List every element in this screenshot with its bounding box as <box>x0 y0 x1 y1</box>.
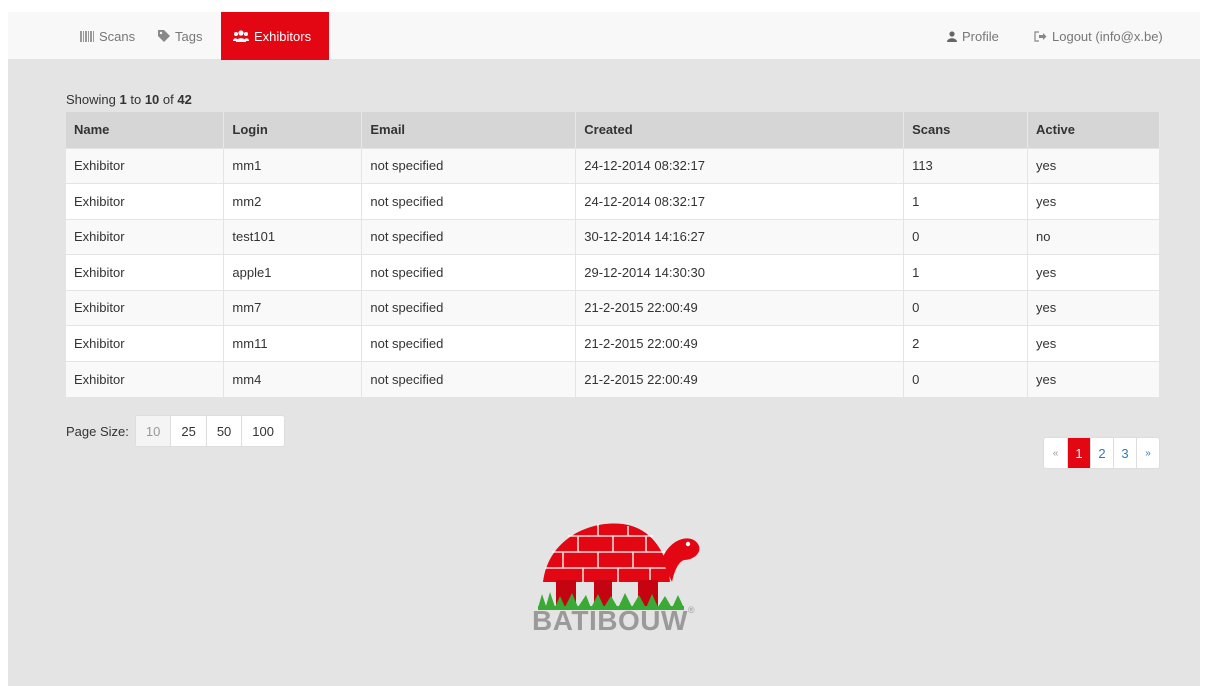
cell-created: 24-12-2014 08:32:17 <box>575 147 905 184</box>
pagination-page-1[interactable]: 1 <box>1067 438 1090 468</box>
nav-tags-label: Tags <box>175 28 203 44</box>
pagination-next[interactable]: » <box>1136 438 1159 468</box>
page-size-options: 10 25 50 100 <box>134 415 285 447</box>
showing-summary: Showing 1 to 10 of 42 <box>66 92 192 107</box>
cell-scans: 0 <box>903 360 1028 397</box>
cell-email: not specified <box>361 254 577 290</box>
column-header-login[interactable]: Login <box>223 112 363 148</box>
cell-email: not specified <box>361 325 577 361</box>
cell-scans: 113 <box>903 147 1028 184</box>
nav-tags[interactable]: Tags <box>148 12 212 60</box>
cell-login: mm7 <box>223 289 363 326</box>
page-size-option-50[interactable]: 50 <box>205 416 241 446</box>
cell-name: Exhibitor <box>66 183 225 219</box>
cell-created: 21-2-2015 22:00:49 <box>575 360 905 397</box>
nav-exhibitors[interactable]: Exhibitors <box>221 12 329 60</box>
cell-scans: 1 <box>903 183 1028 219</box>
cell-created: 21-2-2015 22:00:49 <box>575 289 905 326</box>
pagination: « 1 2 3 » <box>1043 437 1160 469</box>
cell-login: apple1 <box>223 254 363 290</box>
cell-email: not specified <box>361 360 577 397</box>
column-header-scans[interactable]: Scans <box>903 112 1028 148</box>
main-content: Showing 1 to 10 of 42 Name Login Email C… <box>66 92 1160 397</box>
nav-profile-label: Profile <box>962 28 999 44</box>
cell-login: mm2 <box>223 183 363 219</box>
cell-created: 21-2-2015 22:00:49 <box>575 325 905 361</box>
cell-scans: 0 <box>903 218 1028 255</box>
table-row[interactable]: Exhibitor apple1 not specified 29-12-201… <box>66 254 1160 290</box>
logout-icon <box>1034 30 1047 42</box>
page-size-option-10[interactable]: 10 <box>135 416 171 446</box>
nav-scans-label: Scans <box>99 28 136 44</box>
column-header-name[interactable]: Name <box>66 112 225 148</box>
table-row[interactable]: Exhibitor test101 not specified 30-12-20… <box>66 218 1160 255</box>
users-icon <box>233 30 249 42</box>
pagination-prev[interactable]: « <box>1044 438 1067 468</box>
column-header-active[interactable]: Active <box>1027 112 1160 148</box>
cell-email: not specified <box>361 218 577 255</box>
table-row[interactable]: Exhibitor mm4 not specified 21-2-2015 22… <box>66 360 1160 397</box>
cell-login: mm4 <box>223 360 363 397</box>
table-row[interactable]: Exhibitor mm7 not specified 21-2-2015 22… <box>66 289 1160 326</box>
cell-active: yes <box>1027 254 1160 290</box>
page-size-option-100[interactable]: 100 <box>241 416 284 446</box>
cell-login: mm11 <box>223 325 363 361</box>
cell-active: yes <box>1027 147 1160 184</box>
cell-email: not specified <box>361 183 577 219</box>
nav-scans[interactable]: Scans <box>70 12 145 60</box>
cell-name: Exhibitor <box>66 360 225 397</box>
cell-scans: 0 <box>903 289 1028 326</box>
cell-login: mm1 <box>223 147 363 184</box>
table-row[interactable]: Exhibitor mm1 not specified 24-12-2014 0… <box>66 147 1160 184</box>
page-size-label: Page Size: <box>66 423 129 439</box>
tag-icon <box>158 30 170 42</box>
barcode-icon <box>80 30 94 42</box>
nav-logout-label: Logout (info@x.be) <box>1052 28 1163 44</box>
cell-created: 30-12-2014 14:16:27 <box>575 218 905 255</box>
navbar: Scans Tags Exhibitors Profile Logout (in… <box>8 12 1200 60</box>
cell-email: not specified <box>361 147 577 184</box>
user-icon <box>947 30 957 42</box>
table-header-row: Name Login Email Created Scans Active <box>66 112 1160 148</box>
cell-name: Exhibitor <box>66 147 225 184</box>
cell-active: yes <box>1027 183 1160 219</box>
cell-active: no <box>1027 218 1160 255</box>
page-size-option-25[interactable]: 25 <box>170 416 205 446</box>
cell-name: Exhibitor <box>66 325 225 361</box>
nav-profile[interactable]: Profile <box>937 12 1009 60</box>
cell-email: not specified <box>361 289 577 326</box>
pagination-page-3[interactable]: 3 <box>1113 438 1136 468</box>
nav-exhibitors-label: Exhibitors <box>254 28 312 44</box>
page-size-selector: Page Size: 10 25 50 100 <box>66 415 285 447</box>
cell-name: Exhibitor <box>66 254 225 290</box>
cell-active: yes <box>1027 325 1160 361</box>
cell-created: 24-12-2014 08:32:17 <box>575 183 905 219</box>
cell-name: Exhibitor <box>66 289 225 326</box>
batibouw-logo-text: BATIBOUW® <box>532 605 696 636</box>
cell-scans: 1 <box>903 254 1028 290</box>
column-header-email[interactable]: Email <box>361 112 577 148</box>
nav-logout[interactable]: Logout (info@x.be) <box>1024 12 1173 60</box>
pagination-page-2[interactable]: 2 <box>1090 438 1113 468</box>
cell-login: test101 <box>223 218 363 255</box>
cell-scans: 2 <box>903 325 1028 361</box>
app-frame: Scans Tags Exhibitors Profile Logout (in… <box>8 12 1200 686</box>
table-row[interactable]: Exhibitor mm11 not specified 21-2-2015 2… <box>66 325 1160 361</box>
exhibitors-table: Name Login Email Created Scans Active Ex… <box>66 112 1160 397</box>
table-row[interactable]: Exhibitor mm2 not specified 24-12-2014 0… <box>66 183 1160 219</box>
cell-active: yes <box>1027 360 1160 397</box>
column-header-created[interactable]: Created <box>575 112 905 148</box>
cell-name: Exhibitor <box>66 218 225 255</box>
cell-created: 29-12-2014 14:30:30 <box>575 254 905 290</box>
cell-active: yes <box>1027 289 1160 326</box>
